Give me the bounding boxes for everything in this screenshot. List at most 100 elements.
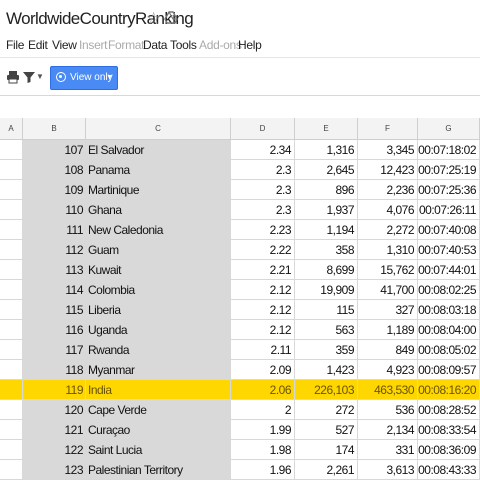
- table-row[interactable]: 113 Kuwait 2.21 8,699 15,762 00:07:44:01: [0, 260, 480, 280]
- cell-g[interactable]: 00:07:40:08: [418, 220, 480, 240]
- column-header-f[interactable]: F: [358, 118, 418, 140]
- cell-e[interactable]: 1,423: [295, 360, 358, 380]
- cell-g[interactable]: 00:08:28:52: [418, 400, 480, 420]
- cell-e[interactable]: 563: [295, 320, 358, 340]
- menu-tools[interactable]: Tools: [170, 38, 197, 52]
- cell-d[interactable]: 2.3: [231, 160, 295, 180]
- cell-f[interactable]: 2,236: [358, 180, 418, 200]
- cell-f[interactable]: 2,134: [358, 420, 418, 440]
- cell-e[interactable]: 1,194: [295, 220, 358, 240]
- table-row[interactable]: 110 Ghana 2.3 1,937 4,076 00:07:26:11: [0, 200, 480, 220]
- cell-d[interactable]: 2.22: [231, 240, 295, 260]
- cell-d[interactable]: 2.3: [231, 180, 295, 200]
- cell-a[interactable]: [0, 460, 23, 480]
- cell-a[interactable]: [0, 380, 23, 400]
- cell-b[interactable]: 115: [23, 300, 86, 320]
- cell-e[interactable]: 8,699: [295, 260, 358, 280]
- cell-c[interactable]: Myanmar: [86, 360, 231, 380]
- cell-b[interactable]: 116: [23, 320, 86, 340]
- cell-d[interactable]: 2.3: [231, 200, 295, 220]
- cell-f[interactable]: 2,272: [358, 220, 418, 240]
- cell-g[interactable]: 00:07:25:36: [418, 180, 480, 200]
- cell-a[interactable]: [0, 400, 23, 420]
- cell-c[interactable]: Saint Lucia: [86, 440, 231, 460]
- cell-b[interactable]: 120: [23, 400, 86, 420]
- cell-e[interactable]: 527: [295, 420, 358, 440]
- table-row[interactable]: 118 Myanmar 2.09 1,423 4,923 00:08:09:57: [0, 360, 480, 380]
- cell-d[interactable]: 2.12: [231, 280, 295, 300]
- cell-d[interactable]: 1.98: [231, 440, 295, 460]
- cell-d[interactable]: 2.23: [231, 220, 295, 240]
- cell-a[interactable]: [0, 320, 23, 340]
- cell-f[interactable]: 1,310: [358, 240, 418, 260]
- table-row[interactable]: 109 Martinique 2.3 896 2,236 00:07:25:36: [0, 180, 480, 200]
- chevron-down-icon[interactable]: ▼: [36, 72, 44, 81]
- cell-d[interactable]: 2.12: [231, 300, 295, 320]
- table-row[interactable]: 107 El Salvador 2.34 1,316 3,345 00:07:18:02: [0, 140, 480, 160]
- cell-a[interactable]: [0, 420, 23, 440]
- cell-d[interactable]: 2.12: [231, 320, 295, 340]
- table-row[interactable]: 114 Colombia 2.12 19,909 41,700 00:08:02:25: [0, 280, 480, 300]
- cell-f[interactable]: 4,076: [358, 200, 418, 220]
- cell-c[interactable]: Martinique: [86, 180, 231, 200]
- cell-g[interactable]: 00:08:43:33: [418, 460, 480, 480]
- column-header-g[interactable]: G: [418, 118, 480, 140]
- cell-d[interactable]: 1.99: [231, 420, 295, 440]
- column-header-e[interactable]: E: [295, 118, 358, 140]
- cell-b[interactable]: 112: [23, 240, 86, 260]
- cell-f[interactable]: 15,762: [358, 260, 418, 280]
- cell-c[interactable]: Liberia: [86, 300, 231, 320]
- cell-b[interactable]: 109: [23, 180, 86, 200]
- table-row[interactable]: 108 Panama 2.3 2,645 12,423 00:07:25:19: [0, 160, 480, 180]
- column-header-c[interactable]: C: [86, 118, 231, 140]
- table-row[interactable]: 111 New Caledonia 2.23 1,194 2,272 00:07:40:0…: [0, 220, 480, 240]
- cell-a[interactable]: [0, 300, 23, 320]
- cell-d[interactable]: 2.06: [231, 380, 295, 400]
- menu-edit[interactable]: Edit: [28, 38, 48, 52]
- cell-a[interactable]: [0, 220, 23, 240]
- cell-c[interactable]: Kuwait: [86, 260, 231, 280]
- cell-g[interactable]: 00:08:16:20: [418, 380, 480, 400]
- cell-b[interactable]: 114: [23, 280, 86, 300]
- cell-a[interactable]: [0, 360, 23, 380]
- cell-g[interactable]: 00:07:18:02: [418, 140, 480, 160]
- cell-c[interactable]: Cape Verde: [86, 400, 231, 420]
- cell-g[interactable]: 00:07:40:53: [418, 240, 480, 260]
- table-row[interactable]: 117 Rwanda 2.11 359 849 00:08:05:02: [0, 340, 480, 360]
- cell-g[interactable]: 00:07:25:19: [418, 160, 480, 180]
- cell-b[interactable]: 119: [23, 380, 86, 400]
- cell-b[interactable]: 117: [23, 340, 86, 360]
- table-row[interactable]: 112 Guam 2.22 358 1,310 00:07:40:53: [0, 240, 480, 260]
- cell-c[interactable]: Rwanda: [86, 340, 231, 360]
- menu-help[interactable]: Help: [238, 38, 262, 52]
- cell-e[interactable]: 1,316: [295, 140, 358, 160]
- view-only-button[interactable]: View only ▼: [50, 66, 118, 90]
- column-header-a[interactable]: A: [0, 118, 23, 140]
- cell-f[interactable]: 3,613: [358, 460, 418, 480]
- cell-b[interactable]: 107: [23, 140, 86, 160]
- column-header-b[interactable]: B: [23, 118, 86, 140]
- cell-c[interactable]: Colombia: [86, 280, 231, 300]
- cell-f[interactable]: 463,530: [358, 380, 418, 400]
- cell-f[interactable]: 4,923: [358, 360, 418, 380]
- filter-icon[interactable]: [22, 70, 36, 84]
- cell-b[interactable]: 118: [23, 360, 86, 380]
- cell-b[interactable]: 108: [23, 160, 86, 180]
- cell-g[interactable]: 00:08:03:18: [418, 300, 480, 320]
- cell-f[interactable]: 849: [358, 340, 418, 360]
- cell-g[interactable]: 00:08:09:57: [418, 360, 480, 380]
- cell-g[interactable]: 00:08:33:54: [418, 420, 480, 440]
- cell-c[interactable]: Guam: [86, 240, 231, 260]
- cell-g[interactable]: 00:08:05:02: [418, 340, 480, 360]
- cell-a[interactable]: [0, 260, 23, 280]
- cell-a[interactable]: [0, 160, 23, 180]
- menu-file[interactable]: File: [6, 38, 24, 52]
- cell-f[interactable]: 3,345: [358, 140, 418, 160]
- cell-e[interactable]: 896: [295, 180, 358, 200]
- cell-f[interactable]: 1,189: [358, 320, 418, 340]
- menu-view[interactable]: View: [52, 38, 77, 52]
- cell-g[interactable]: 00:08:36:09: [418, 440, 480, 460]
- cell-g[interactable]: 00:08:04:00: [418, 320, 480, 340]
- column-header-d[interactable]: D: [231, 118, 295, 140]
- cell-c[interactable]: Uganda: [86, 320, 231, 340]
